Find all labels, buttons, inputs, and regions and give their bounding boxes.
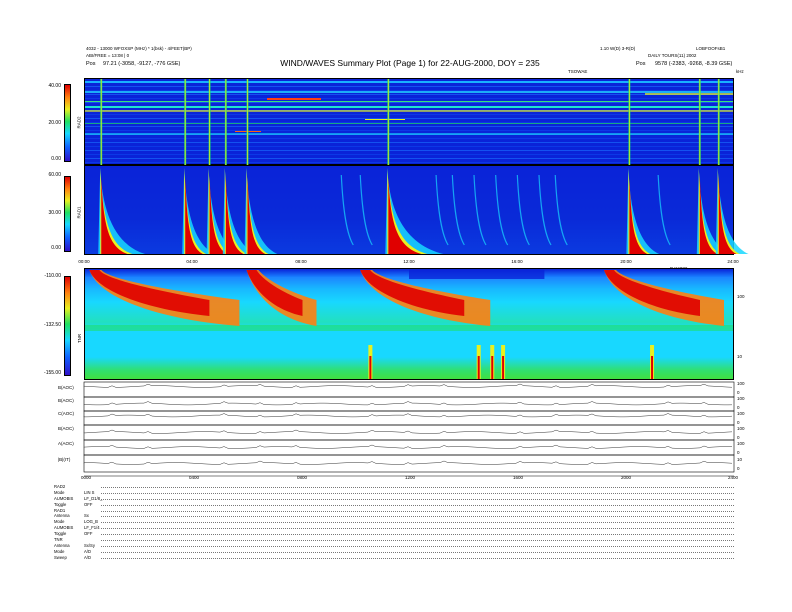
mode-row-dots xyxy=(101,492,734,494)
rad1-streak xyxy=(657,174,671,246)
strip-trace xyxy=(83,460,733,465)
rad1-streak xyxy=(451,174,465,246)
strip-frame xyxy=(83,439,735,456)
strip-trace xyxy=(83,429,733,434)
mode-row-dots xyxy=(101,522,734,524)
strip-frame xyxy=(83,454,735,473)
rad2-burst-core xyxy=(718,79,720,165)
mode-row-dots xyxy=(101,510,734,512)
tnr-spike-core xyxy=(369,356,372,379)
mode-row-label: Sweep xyxy=(54,554,67,560)
mode-row-dots xyxy=(101,504,734,506)
tnr-spike-core xyxy=(651,356,654,379)
tnr-spike-core xyxy=(477,356,480,379)
mode-row-dots xyxy=(101,551,734,553)
rad2-burst-core xyxy=(699,79,701,165)
rad2-burst-core xyxy=(100,79,102,165)
mode-row-dots xyxy=(101,516,734,518)
mode-row-dots xyxy=(101,540,734,542)
instrument-mode-list: RAD2 Mode LIN S AUMOBIS LF_D1/8_ Toggle OFF RAD… xyxy=(54,484,734,561)
rad2-burst-core xyxy=(184,79,186,165)
mode-row: Sweep A/D xyxy=(54,555,734,561)
rad1-streak xyxy=(435,174,449,246)
strip-trace xyxy=(83,413,733,418)
strip-trace xyxy=(83,444,733,449)
tnr-dark-band xyxy=(409,269,545,279)
rad2-burst-core xyxy=(209,79,210,165)
strip-frame xyxy=(83,381,735,398)
rad1-streak xyxy=(340,174,354,246)
mode-row-dots xyxy=(101,545,734,547)
rad2-burst-core xyxy=(628,79,630,165)
strip-trace xyxy=(83,383,733,388)
strip-frame xyxy=(83,410,735,426)
rad1-streak xyxy=(538,174,552,246)
mode-row-dots xyxy=(101,487,734,488)
mode-row-dots xyxy=(101,498,734,500)
strip-trace xyxy=(83,401,733,406)
rad1-streak xyxy=(516,174,530,246)
strip-frame xyxy=(83,396,735,412)
rad1-streak xyxy=(495,174,509,246)
rad1-streak xyxy=(359,174,373,246)
rad2-burst-core xyxy=(225,79,227,165)
rad2-burst-core xyxy=(387,79,389,165)
rad2-burst-core xyxy=(247,79,248,165)
rad1-streak xyxy=(473,174,487,246)
tnr-spike-core xyxy=(502,356,505,379)
mode-row-value: A/D xyxy=(84,554,91,560)
tnr-spike-core xyxy=(491,356,494,379)
mode-row-dots xyxy=(101,534,734,536)
rad1-streak xyxy=(554,174,568,246)
mode-row-dots xyxy=(101,528,734,530)
mode-row-dots xyxy=(101,557,734,559)
